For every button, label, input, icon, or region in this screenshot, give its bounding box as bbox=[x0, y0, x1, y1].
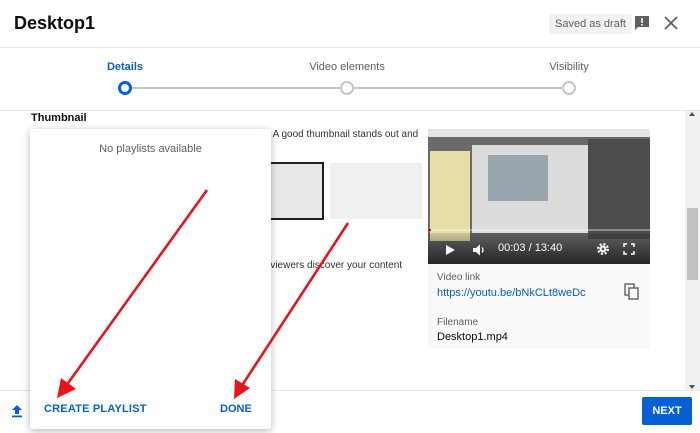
step-video-elements-label[interactable]: Video elements bbox=[309, 61, 385, 73]
dialog-title: Desktop1 bbox=[14, 13, 96, 33]
scroll-up-arrow-icon[interactable] bbox=[689, 112, 695, 116]
thumbnail-option-selected[interactable] bbox=[268, 162, 324, 220]
next-button[interactable]: NEXT bbox=[642, 397, 692, 425]
play-icon[interactable] bbox=[444, 244, 456, 256]
saved-as-draft-badge: Saved as draft bbox=[549, 14, 632, 34]
player-progress-track[interactable] bbox=[428, 229, 650, 231]
playlist-dropdown: No playlists available CREATE PLAYLIST D… bbox=[30, 129, 271, 429]
video-frame-dark-area bbox=[588, 139, 650, 239]
thumbnail-section-title: Thumbnail bbox=[31, 112, 87, 124]
step-visibility-label[interactable]: Visibility bbox=[549, 61, 589, 73]
upload-stepper: Details Video elements Visibility bbox=[0, 48, 700, 110]
thumbnail-option[interactable] bbox=[330, 163, 422, 219]
video-frame-panel bbox=[430, 151, 470, 241]
video-preview-card: 00:03 / 13:40 Video link https://youtu.b… bbox=[428, 129, 650, 349]
settings-icon[interactable] bbox=[596, 242, 610, 256]
dialog-header: Desktop1 Saved as draft bbox=[0, 0, 700, 48]
step-details-dot[interactable] bbox=[118, 81, 132, 95]
close-icon[interactable] bbox=[662, 14, 680, 32]
step-connector bbox=[354, 87, 562, 89]
step-connector bbox=[132, 87, 340, 89]
scroll-down-arrow-icon[interactable] bbox=[689, 385, 695, 389]
playlist-help-text: o viewers discover your content bbox=[262, 260, 403, 271]
copy-icon[interactable] bbox=[624, 283, 640, 301]
no-playlists-message: No playlists available bbox=[99, 143, 202, 155]
player-progress-fill bbox=[428, 229, 431, 231]
feedback-icon[interactable] bbox=[633, 14, 651, 32]
step-video-elements-dot[interactable] bbox=[340, 81, 354, 95]
step-details-label[interactable]: Details bbox=[107, 61, 143, 73]
upload-icon bbox=[12, 405, 22, 418]
done-button[interactable]: DONE bbox=[220, 403, 252, 415]
volume-icon[interactable] bbox=[472, 243, 486, 257]
video-link-label: Video link bbox=[437, 272, 481, 283]
filename-label: Filename bbox=[437, 317, 479, 328]
thumbnail-help-text: o. A good thumbnail stands out and bbox=[262, 129, 419, 140]
scrollbar-thumb[interactable] bbox=[687, 208, 698, 280]
video-player[interactable]: 00:03 / 13:40 bbox=[428, 129, 650, 264]
video-frame-titlebar bbox=[428, 129, 650, 137]
video-link[interactable]: https://youtu.be/bNkCLt8weDc bbox=[437, 287, 586, 299]
create-playlist-button[interactable]: CREATE PLAYLIST bbox=[44, 403, 147, 415]
video-frame-machine bbox=[488, 155, 548, 201]
step-visibility-dot[interactable] bbox=[562, 81, 576, 95]
player-time-display: 00:03 / 13:40 bbox=[498, 242, 563, 254]
fullscreen-icon[interactable] bbox=[623, 243, 635, 255]
filename-value: Desktop1.mp4 bbox=[437, 331, 508, 343]
